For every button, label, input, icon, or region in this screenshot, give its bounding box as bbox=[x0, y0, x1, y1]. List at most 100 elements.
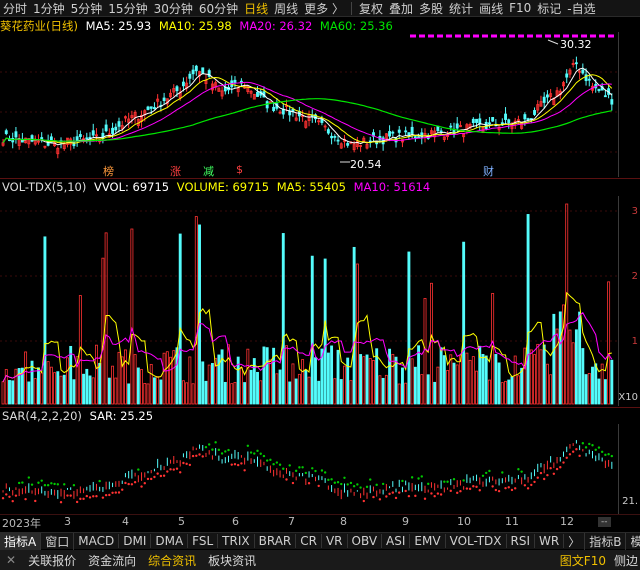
volume-bar bbox=[500, 382, 504, 405]
tab-macd[interactable]: MACD bbox=[74, 534, 120, 548]
volume-bar bbox=[326, 352, 330, 405]
tab-sector-news[interactable]: 板块资讯 bbox=[202, 552, 262, 569]
tab-indicator-a[interactable]: 指标A bbox=[0, 532, 42, 550]
f10-graphic-button[interactable]: 图文F10 bbox=[554, 552, 612, 569]
volume-bar bbox=[487, 379, 491, 405]
sar-axis: 21. bbox=[618, 424, 640, 514]
sidebar-toggle-button[interactable]: 侧边 bbox=[612, 552, 640, 569]
tab-brar[interactable]: BRAR bbox=[255, 534, 297, 548]
tab-asi[interactable]: ASI bbox=[382, 534, 411, 548]
sar-dot bbox=[594, 448, 597, 451]
period-tab-weekly[interactable]: 周线 bbox=[271, 0, 301, 17]
tab-vr[interactable]: VR bbox=[322, 534, 348, 548]
sar-dot bbox=[179, 471, 182, 474]
volume-bar bbox=[56, 371, 60, 405]
mark-button[interactable]: 标记 bbox=[534, 0, 564, 17]
candle bbox=[201, 67, 205, 75]
tab-rsi[interactable]: RSI bbox=[507, 534, 536, 548]
volume-bar bbox=[262, 346, 266, 405]
tag-reduce[interactable]: 减 bbox=[203, 163, 214, 179]
ma60-line bbox=[2, 98, 612, 144]
tag-ranking[interactable]: 榜 bbox=[103, 163, 114, 179]
sar-dot bbox=[53, 482, 56, 486]
sar-dot bbox=[30, 483, 34, 486]
tag-limit-up[interactable]: 涨 bbox=[170, 163, 181, 179]
candle bbox=[404, 130, 408, 133]
candle bbox=[175, 86, 179, 92]
period-tab-5min[interactable]: 5分钟 bbox=[68, 0, 106, 17]
volume-bar bbox=[62, 374, 66, 405]
sar-dot bbox=[571, 450, 575, 453]
volume-bar bbox=[465, 352, 469, 405]
tab-news[interactable]: 综合资讯 bbox=[142, 552, 202, 569]
sar-dot bbox=[288, 464, 291, 467]
tab-template[interactable]: 模 bbox=[626, 533, 640, 550]
tab-wr[interactable]: WR bbox=[535, 534, 565, 548]
zoom-control[interactable]: -- bbox=[598, 517, 611, 527]
overlay-button[interactable]: 叠加 bbox=[386, 0, 416, 17]
tag-finance[interactable]: 财 bbox=[483, 163, 494, 179]
volume-bar bbox=[246, 348, 250, 405]
candle bbox=[581, 69, 585, 74]
volume-bar bbox=[494, 354, 498, 405]
period-tab-more[interactable]: 更多 〉 bbox=[301, 0, 347, 17]
sar-dot bbox=[410, 476, 414, 479]
volume-bar bbox=[355, 263, 359, 405]
sar-dot bbox=[452, 478, 456, 481]
statistics-button[interactable]: 统计 bbox=[446, 0, 476, 17]
volume-chart[interactable] bbox=[0, 196, 618, 406]
tab-obv[interactable]: OBV bbox=[348, 534, 383, 548]
multi-stock-button[interactable]: 多股 bbox=[416, 0, 446, 17]
tab-fsl[interactable]: FSL bbox=[188, 534, 219, 548]
volume-bar bbox=[53, 372, 57, 405]
sar-chart[interactable] bbox=[0, 424, 618, 514]
candle bbox=[565, 73, 569, 78]
volume-bar bbox=[526, 214, 530, 405]
tab-emv[interactable]: EMV bbox=[410, 534, 446, 548]
candlestick-chart[interactable] bbox=[0, 32, 618, 177]
volume-bar bbox=[381, 377, 385, 405]
vol-axis-unit: X10 bbox=[618, 392, 638, 403]
sar-dot bbox=[37, 481, 40, 484]
tab-indicator-b[interactable]: 指标B bbox=[585, 532, 627, 550]
add-watchlist-button[interactable]: -自选 bbox=[564, 0, 598, 17]
volume-bar bbox=[204, 380, 208, 405]
volume-bar bbox=[426, 374, 430, 405]
period-tab-fenshi[interactable]: 分时 bbox=[0, 0, 30, 17]
period-tab-30min[interactable]: 30分钟 bbox=[151, 0, 196, 17]
sar-dot bbox=[14, 494, 18, 497]
volume-bar bbox=[11, 380, 15, 405]
tab-related-quotes[interactable]: 关联报价 bbox=[22, 552, 82, 569]
volume-bar bbox=[446, 370, 449, 405]
candle bbox=[14, 131, 18, 138]
period-tab-daily[interactable]: 日线 bbox=[241, 0, 271, 17]
period-tab-1min[interactable]: 1分钟 bbox=[30, 0, 68, 17]
volume-bar bbox=[210, 363, 214, 405]
sar-dot bbox=[236, 463, 240, 467]
volume-bar bbox=[439, 347, 443, 405]
tab-window[interactable]: 窗口 bbox=[41, 532, 75, 550]
period-tab-60min[interactable]: 60分钟 bbox=[196, 0, 241, 17]
ma5-readout: MA5: 25.93 bbox=[85, 19, 152, 33]
draw-line-button[interactable]: 画线 bbox=[476, 0, 506, 17]
tabs-scroll-right-icon[interactable]: 〉 bbox=[564, 532, 586, 550]
adjust-button[interactable]: 复权 bbox=[356, 0, 386, 17]
tab-vol-tdx[interactable]: VOL-TDX bbox=[446, 534, 507, 548]
volume-bar bbox=[181, 380, 185, 405]
close-icon[interactable]: ✕ bbox=[0, 553, 22, 567]
sar-dot bbox=[17, 481, 21, 485]
volume-bar bbox=[278, 369, 282, 405]
sar-dot bbox=[211, 448, 214, 451]
tab-dmi[interactable]: DMI bbox=[119, 534, 152, 548]
tag-dividend[interactable]: $ bbox=[236, 163, 243, 176]
vvol-readout: VVOL: 69715 bbox=[94, 180, 170, 194]
tab-fund-flow[interactable]: 资金流向 bbox=[82, 552, 142, 569]
sar-dot bbox=[369, 478, 372, 481]
tab-cr[interactable]: CR bbox=[296, 534, 322, 548]
f10-button[interactable]: F10 bbox=[506, 1, 534, 15]
volume-bar bbox=[401, 367, 404, 405]
tab-dma[interactable]: DMA bbox=[151, 534, 189, 548]
tab-trix[interactable]: TRIX bbox=[218, 534, 255, 548]
period-tab-15min[interactable]: 15分钟 bbox=[105, 0, 150, 17]
sar-dot bbox=[130, 483, 134, 486]
